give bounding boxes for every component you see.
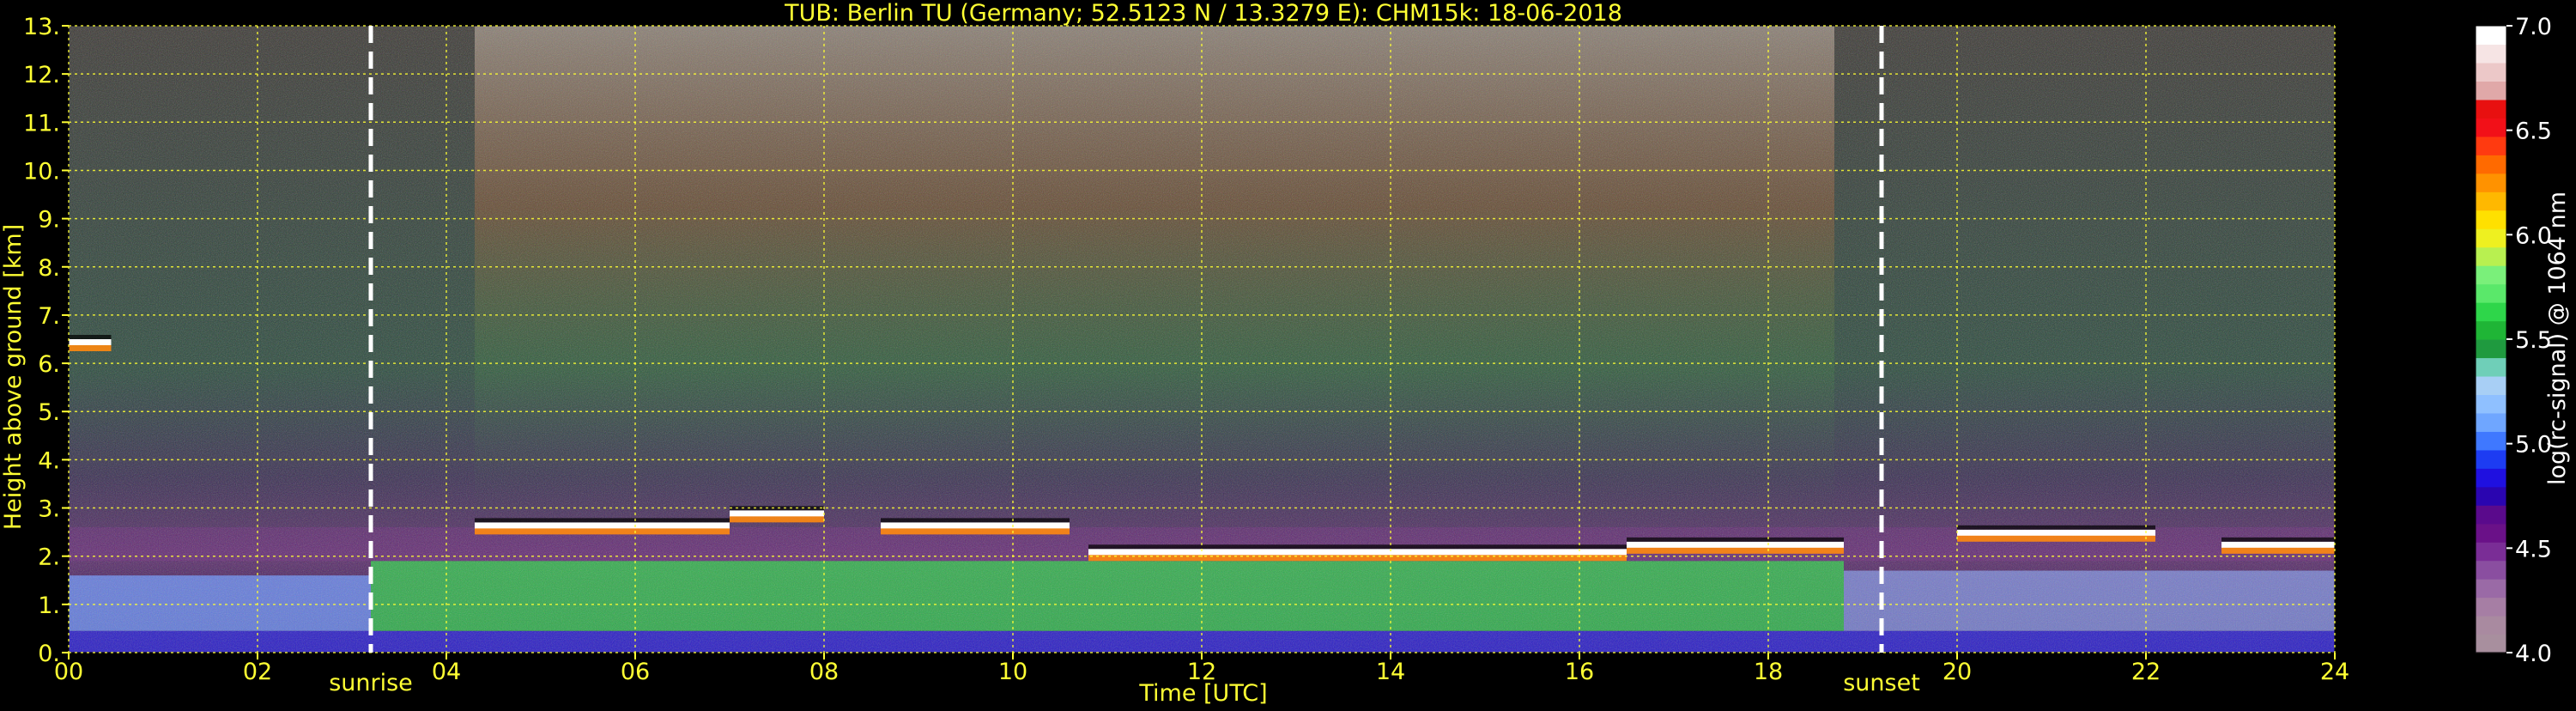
cloud-layer-shadow: [1627, 537, 1844, 542]
cloud-layer: [2221, 541, 2335, 548]
cloud-layer-edge: [1957, 534, 2155, 542]
colorbar-segment: [2476, 616, 2506, 635]
x-tick-label: 10: [998, 659, 1027, 685]
colorbar-segment: [2476, 320, 2506, 340]
colorbar-segment: [2476, 394, 2506, 414]
x-tick-label: 06: [621, 659, 650, 685]
y-axis-label: Height above ground [km]: [0, 224, 27, 530]
colorbar-tick-label: 4.0: [2515, 641, 2552, 667]
cloud-layer-edge: [2221, 546, 2335, 554]
y-tick-label: 13.: [23, 14, 60, 40]
cloud-layer: [1627, 541, 1844, 548]
colorbar-segment: [2476, 44, 2506, 64]
colorbar-segment: [2476, 412, 2506, 432]
event-label-sunset: sunset: [1843, 670, 1920, 696]
colorbar-segment: [2476, 523, 2506, 543]
colorbar-segment: [2476, 228, 2506, 248]
colorbar-segment: [2476, 486, 2506, 506]
colorbar-segment: [2476, 449, 2506, 469]
x-tick-label: 04: [432, 659, 461, 685]
colorbar-segment: [2476, 542, 2506, 562]
chart-svg: sunrise sunset 00 02 04 06 08 10 12 14 16 18 20 22 24…: [0, 0, 2571, 707]
cloud-layer-edge: [730, 515, 824, 523]
colorbar-segment: [2476, 136, 2506, 155]
y-tick-label: 11.: [23, 110, 60, 137]
y-tick-label: 1.: [38, 592, 60, 619]
colorbar-segment: [2476, 339, 2506, 359]
y-tick-label: 2.: [38, 544, 60, 571]
y-tick-label: 3.: [38, 496, 60, 523]
event-label-sunrise: sunrise: [329, 670, 413, 696]
y-tick-label: 5.: [38, 399, 60, 426]
colorbar-segment: [2476, 173, 2506, 192]
cloud-layer-shadow: [475, 518, 730, 523]
colorbar-segment: [2476, 375, 2506, 396]
cloud-layer-edge: [475, 527, 730, 535]
y-tick-label: 9.: [38, 207, 60, 234]
colorbar-segment: [2476, 99, 2506, 118]
x-tick-label: 18: [1754, 659, 1783, 685]
x-tick-label: 16: [1565, 659, 1594, 685]
colorbar-segment: [2476, 246, 2506, 266]
colorbar-segment: [2476, 191, 2506, 211]
colorbar-segment: [2476, 357, 2506, 377]
colorbar: 4.04.55.05.56.06.57.0: [2475, 14, 2552, 667]
colorbar-tick-label: 4.5: [2515, 536, 2552, 562]
y-tick-label: 6.: [38, 351, 60, 378]
cloud-layer-shadow: [69, 335, 112, 339]
colorbar-tick-label: 6.5: [2515, 118, 2552, 145]
colorbar-segment: [2476, 81, 2506, 100]
colorbar-segment: [2476, 118, 2506, 137]
colorbar-segment: [2476, 597, 2506, 617]
ceilometer-chart: sunrise sunset 00 02 04 06 08 10 12 14 16 18 20 22 24…: [0, 0, 2576, 708]
cloud-layer-edge: [881, 527, 1070, 535]
x-tick-label: 02: [243, 659, 272, 685]
colorbar-segment: [2476, 265, 2506, 285]
y-tick-label: 8.: [38, 255, 60, 282]
colorbar-segment: [2476, 26, 2506, 46]
cloud-layer-shadow: [2221, 537, 2335, 542]
colorbar-segment: [2476, 283, 2506, 303]
cloud-layer: [881, 522, 1070, 529]
x-axis-label: Time [UTC]: [1138, 680, 1267, 707]
colorbar-segment: [2476, 431, 2506, 451]
cloud-layer: [69, 339, 112, 345]
y-tick-label: 0.: [38, 641, 60, 667]
x-tick-label: 24: [2320, 659, 2349, 685]
chart-title: TUB: Berlin TU (Germany; 52.5123 N / 13.…: [784, 0, 1622, 27]
colorbar-segment: [2476, 634, 2506, 653]
x-tick-label: 08: [809, 659, 839, 685]
y-tick-label: 12.: [23, 62, 60, 88]
y-tick-label: 10.: [23, 158, 60, 185]
cloud-layer: [1088, 549, 1627, 556]
cloud-layer-shadow: [1088, 544, 1627, 550]
y-tick-label: 4.: [38, 447, 60, 474]
cloud-layer-shadow: [881, 518, 1070, 523]
cloud-layer-edge: [1088, 554, 1627, 562]
cloud-layer-edge: [1627, 546, 1844, 554]
x-tick-label: 14: [1376, 659, 1405, 685]
cloud-layer: [475, 522, 730, 529]
colorbar-segment: [2476, 505, 2506, 525]
colorbar-segment: [2476, 560, 2506, 580]
cloud-layer-shadow: [1957, 525, 2155, 530]
colorbar-tick-label: 7.0: [2515, 14, 2552, 40]
colorbar-segment: [2476, 302, 2506, 322]
colorbar-segment: [2476, 210, 2506, 229]
cloud-layer: [1957, 529, 2155, 536]
colorbar-segment: [2476, 579, 2506, 599]
colorbar-segment: [2476, 468, 2506, 488]
cloud-layer-edge: [69, 344, 112, 351]
colorbar-segment: [2476, 155, 2506, 174]
x-tick-label: 22: [2131, 659, 2161, 685]
y-tick-label: 7.: [38, 303, 60, 330]
colorbar-label: log(rc-signal) @ 1064 nm: [2544, 191, 2571, 485]
colorbar-segment: [2476, 62, 2506, 82]
x-tick-label: 20: [1943, 659, 1972, 685]
cloud-layer: [730, 510, 824, 517]
